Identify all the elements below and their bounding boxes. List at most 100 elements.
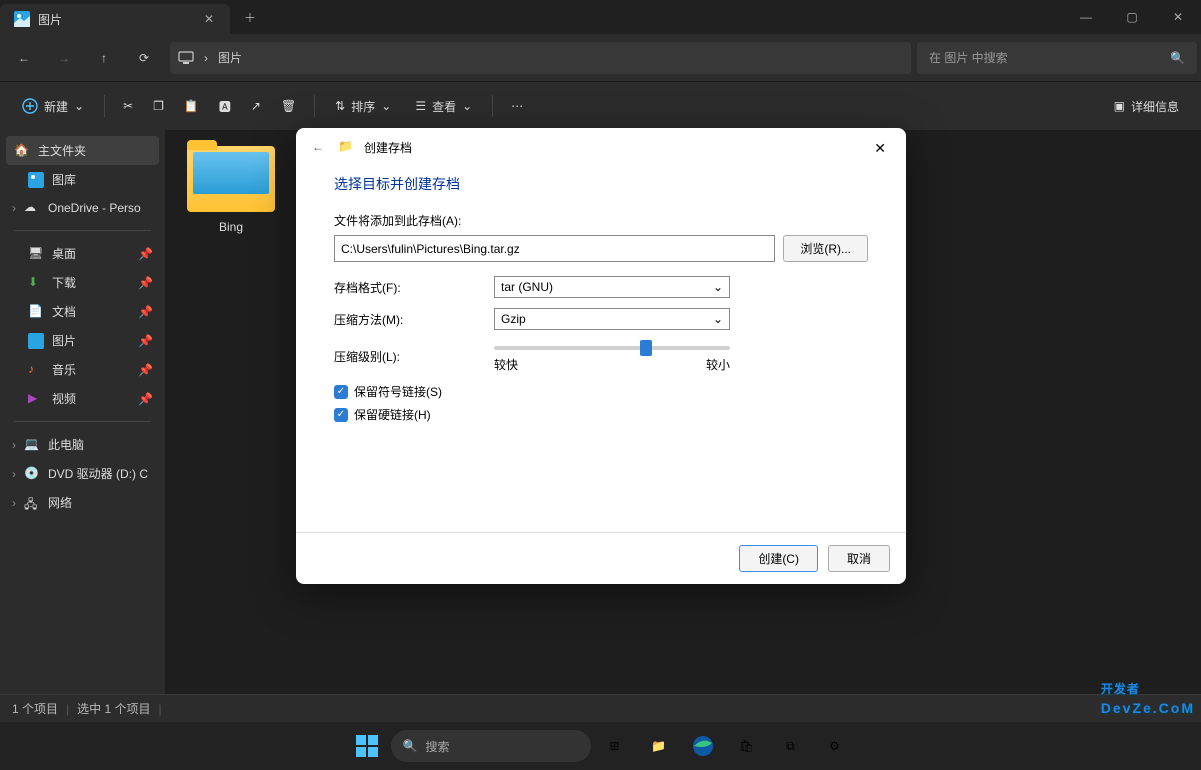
taskbar-explorer[interactable]: 📁 [639,726,679,766]
sidebar-item-dvd[interactable]: ›💿DVD 驱动器 (D:) C [0,459,165,488]
start-button[interactable] [347,726,387,766]
folder-item-bing[interactable]: Bing [181,146,281,234]
back-button[interactable]: ← [4,38,44,78]
dialog-back-button[interactable]: ← [308,136,328,158]
preserve-symlinks-checkbox[interactable]: ✓ 保留符号链接(S) [334,383,868,400]
taskbar-terminal[interactable]: ⧉ [771,726,811,766]
pc-icon: 💻 [24,437,40,453]
chevron-right-icon: › [12,201,16,215]
sidebar-item-desktop[interactable]: 🖥桌面📌 [0,239,165,268]
folder-label: Bing [181,220,281,234]
cut-button[interactable]: ✂ [115,93,141,119]
taskbar-search[interactable]: 🔍搜索 [391,730,591,762]
sidebar-label: DVD 驱动器 (D:) C [48,465,148,482]
copy-button[interactable]: ❐ [145,93,172,119]
format-label: 存档格式(F): [334,279,494,296]
chevron-down-icon: ⌄ [713,280,723,294]
slider-thumb[interactable] [640,340,652,356]
sidebar-item-home[interactable]: 🏠 主文件夹 [6,136,159,165]
method-select[interactable]: Gzip ⌄ [494,308,730,330]
pin-icon: 📌 [138,334,153,348]
sidebar-label: 主文件夹 [38,142,86,159]
status-selection-count: 选中 1 个项目 [77,700,150,717]
sidebar-item-videos[interactable]: ▶视频📌 [0,384,165,413]
address-path[interactable]: › 图片 [170,42,911,74]
monitor-icon [178,50,194,66]
new-button[interactable]: 新建 ⌄ [12,92,94,121]
sidebar-label: 视频 [52,390,76,407]
up-button[interactable]: ↑ [84,38,124,78]
new-tab-button[interactable]: ＋ [230,0,270,34]
view-icon: ☰ [415,99,426,113]
create-button[interactable]: 创建(C) [739,545,818,572]
rename-icon: 🅰 [219,98,231,115]
forward-button[interactable]: → [44,38,84,78]
task-view-button[interactable]: ⊞ [595,726,635,766]
chevron-down-icon: ⌄ [74,99,84,113]
pin-icon: 📌 [138,276,153,290]
sidebar-item-gallery[interactable]: 图库 [0,165,165,194]
minimize-button[interactable]: — [1063,0,1109,34]
cloud-icon: ☁ [24,200,40,216]
share-button[interactable]: ↗ [243,93,269,119]
close-window-button[interactable]: ✕ [1155,0,1201,34]
paste-button[interactable]: 📋 [176,93,207,119]
details-label: 详细信息 [1131,98,1179,115]
document-icon: 📄 [28,304,44,320]
dialog-body: 选择目标并创建存档 文件将添加到此存档(A): 浏览(R)... 存档格式(F)… [296,166,906,532]
slider-label-small: 较小 [706,356,730,373]
chevron-down-icon: ⌄ [462,99,472,113]
sidebar: 🏠 主文件夹 图库 › ☁ OneDrive - Perso 🖥桌面📌 ⬇下载📌… [0,130,165,694]
dialog-header: ← 📁 创建存档 [296,128,906,166]
sidebar-item-network[interactable]: ›🖧网络 [0,488,165,517]
sidebar-label: 图库 [52,171,76,188]
browse-button[interactable]: 浏览(R)... [783,235,868,262]
delete-button[interactable]: 🗑 [273,93,304,119]
archive-path-input[interactable] [334,235,775,262]
details-pane-button[interactable]: ▣ 详细信息 [1104,92,1189,121]
sidebar-label: 下载 [52,274,76,291]
sort-icon: ⇅ [335,99,345,113]
view-button[interactable]: ☰ 查看 ⌄ [405,92,482,121]
sort-button[interactable]: ⇅ 排序 ⌄ [325,92,401,121]
view-label: 查看 [432,98,456,115]
compression-level-slider[interactable] [494,346,730,350]
chevron-right-icon: › [12,496,16,510]
toolbar: 新建 ⌄ ✂ ❐ 📋 🅰 ↗ 🗑 ⇅ 排序 ⌄ ☰ 查看 ⌄ ⋯ ▣ 详细信息 [0,82,1201,130]
maximize-button[interactable]: ▢ [1109,0,1155,34]
trash-icon: 🗑 [281,99,296,113]
sidebar-item-downloads[interactable]: ⬇下载📌 [0,268,165,297]
ellipsis-icon: ⋯ [511,99,523,113]
sidebar-label: OneDrive - Perso [48,201,141,215]
dialog-close-button[interactable]: ✕ [866,136,894,161]
cancel-button[interactable]: 取消 [828,545,890,572]
rename-button[interactable]: 🅰 [211,92,239,121]
active-tab[interactable]: 图片 ✕ [0,4,230,34]
taskbar-settings[interactable]: ⚙ [815,726,855,766]
addressbar: ← → ↑ ⟳ › 图片 在 图片 中搜索 🔍 [0,34,1201,82]
sidebar-item-music[interactable]: ♪音乐📌 [0,355,165,384]
refresh-button[interactable]: ⟳ [124,38,164,78]
close-tab-button[interactable]: ✕ [198,10,220,28]
more-button[interactable]: ⋯ [503,93,531,119]
sidebar-item-documents[interactable]: 📄文档📌 [0,297,165,326]
sidebar-item-pictures[interactable]: 图片📌 [0,326,165,355]
sidebar-item-this-pc[interactable]: ›💻此电脑 [0,430,165,459]
pictures-icon [14,11,30,27]
taskbar-edge[interactable] [683,726,723,766]
video-icon: ▶ [28,391,44,407]
dialog-footer: 创建(C) 取消 [296,532,906,584]
sidebar-item-onedrive[interactable]: › ☁ OneDrive - Perso [0,194,165,222]
gallery-icon [28,172,44,188]
method-label: 压缩方法(M): [334,311,494,328]
taskbar-store[interactable]: 🛍 [727,726,767,766]
desktop-icon: 🖥 [28,246,44,262]
dialog-title: 创建存档 [364,139,412,156]
tab-title: 图片 [38,11,190,28]
format-select[interactable]: tar (GNU) ⌄ [494,276,730,298]
preserve-hardlinks-checkbox[interactable]: ✓ 保留硬链接(H) [334,406,868,423]
path-segment[interactable]: 图片 [218,49,242,66]
panel-icon: ▣ [1114,99,1125,113]
search-icon: 🔍 [403,739,418,753]
search-input[interactable]: 在 图片 中搜索 🔍 [917,42,1197,74]
